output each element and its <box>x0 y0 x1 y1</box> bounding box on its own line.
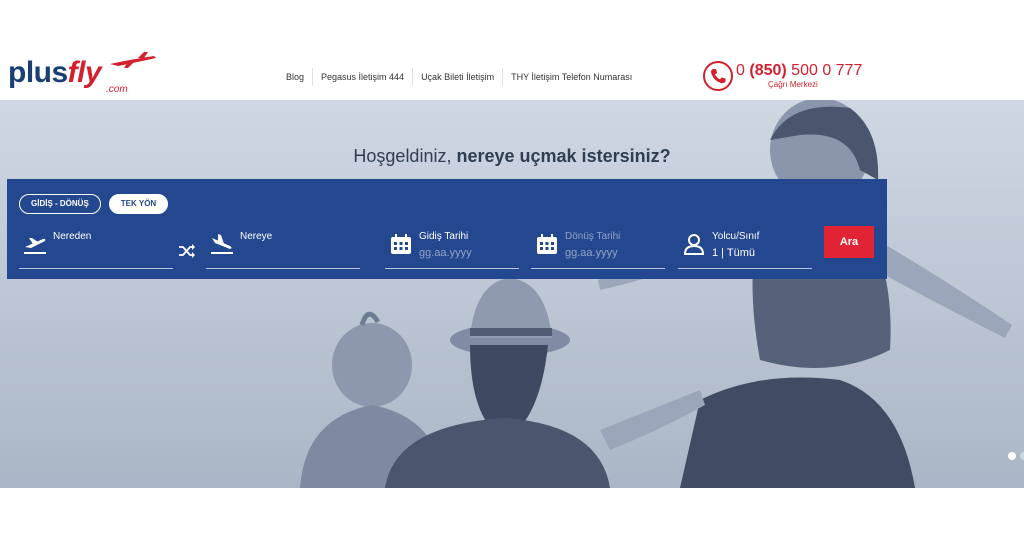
calendar-icon <box>537 234 557 254</box>
hero-banner: Hoşgeldiniz, nereye uçmak istersiniz? Gİ… <box>0 100 1024 488</box>
from-field[interactable]: Nereden <box>19 227 173 269</box>
logo-plane-icon <box>110 52 156 68</box>
slider-dot-2[interactable] <box>1020 452 1024 460</box>
passenger-value: 1 | Tümü <box>712 247 756 259</box>
nav-item-blog[interactable]: Blog <box>278 68 314 86</box>
logo-text-plus: plus <box>8 56 68 89</box>
phone-icon <box>703 61 733 91</box>
user-icon <box>683 234 705 255</box>
phone-number: 0 (850) 500 0 777 <box>736 62 862 80</box>
logo-text-dotcom: .com <box>106 84 128 95</box>
welcome-text-plain: Hoşgeldiniz, <box>353 146 452 166</box>
trip-type-toggle: GİDİŞ - DÖNÜŞ TEK YÖN <box>19 194 169 214</box>
site-header: plus fly .com Blog Pegasus İletişim 444 … <box>0 0 1024 100</box>
to-field[interactable]: Nereye <box>206 227 360 269</box>
search-button[interactable]: Ara <box>824 226 874 258</box>
top-nav: Blog Pegasus İletişim 444 Uçak Bileti İl… <box>278 68 640 86</box>
welcome-heading: Hoşgeldiniz, nereye uçmak istersiniz? <box>0 146 1024 167</box>
return-label: Dönüş Tarihi <box>565 231 621 242</box>
nav-item-thy[interactable]: THY İletişim Telefon Numarası <box>503 68 640 86</box>
phone-rest: 500 0 777 <box>791 62 863 79</box>
phone-area-code: (850) <box>749 62 787 79</box>
return-date-field[interactable]: Dönüş Tarihi gg.aa.yyyy <box>531 227 665 269</box>
phone-prefix: 0 <box>736 62 745 79</box>
passenger-class-field[interactable]: Yolcu/Sınıf 1 | Tümü <box>678 227 812 269</box>
swap-icon[interactable] <box>178 244 196 258</box>
to-label: Nereye <box>240 231 273 242</box>
call-center-phone[interactable]: 0 (850) 500 0 777 Çağrı Merkezi <box>702 60 862 92</box>
slider-dot-1[interactable] <box>1008 452 1016 460</box>
round-trip-button[interactable]: GİDİŞ - DÖNÜŞ <box>19 194 101 214</box>
depart-label: Gidiş Tarihi <box>419 231 469 242</box>
from-label: Nereden <box>53 231 92 242</box>
nav-item-pegasus[interactable]: Pegasus İletişim 444 <box>313 68 414 86</box>
call-center-label: Çağrı Merkezi <box>768 80 818 89</box>
plusfly-logo[interactable]: plus fly .com <box>8 52 156 95</box>
flight-search-panel: GİDİŞ - DÖNÜŞ TEK YÖN Nereden Nereye Gid… <box>7 179 887 279</box>
takeoff-icon <box>24 238 46 254</box>
welcome-text-bold: nereye uçmak istersiniz? <box>456 146 671 166</box>
nav-item-ucak-bileti[interactable]: Uçak Bileti İletişim <box>413 68 504 86</box>
depart-placeholder: gg.aa.yyyy <box>419 247 472 259</box>
return-placeholder: gg.aa.yyyy <box>565 247 618 259</box>
one-way-button[interactable]: TEK YÖN <box>108 194 169 214</box>
slider-dots <box>1008 452 1024 460</box>
landing-icon <box>211 234 233 254</box>
logo-text-fly: fly <box>67 56 102 89</box>
depart-date-field[interactable]: Gidiş Tarihi gg.aa.yyyy <box>385 227 519 269</box>
passenger-label: Yolcu/Sınıf <box>712 231 760 242</box>
calendar-icon <box>391 234 411 254</box>
